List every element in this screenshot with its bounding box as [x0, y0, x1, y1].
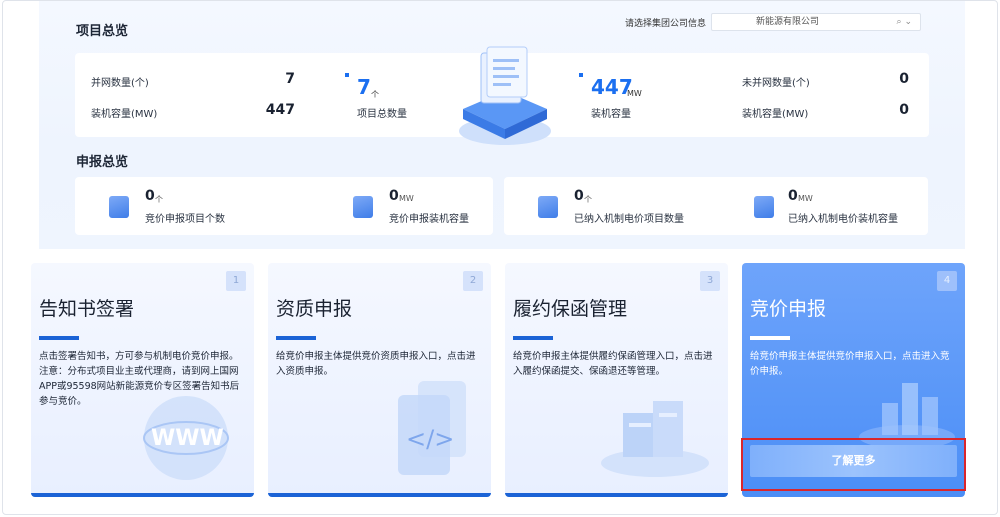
server-cube-illustration	[459, 46, 551, 145]
card-title: 资质申报	[276, 298, 353, 320]
overview-panel: 项目总览 请选择集团公司信息 新能源有限公司 ⌕ ⌄ 并网数量(个) 7 装机容…	[39, 1, 965, 249]
accent-tick	[345, 73, 349, 77]
document-edit-icon	[754, 196, 774, 218]
report-value: 0	[389, 188, 399, 204]
card-number: 4	[937, 271, 957, 291]
www-globe-icon: WWW	[143, 396, 229, 480]
building-icon	[109, 196, 129, 218]
report-label: 竞价申报项目个数	[145, 214, 225, 225]
report-overview-card-left: 0 个 竞价申报项目个数 0 MW 竞价申报装机容量	[75, 177, 493, 235]
svg-text:WWW: WWW	[151, 426, 224, 451]
card-bottom-accent	[31, 493, 254, 497]
grid-capacity-value: 447	[265, 102, 295, 118]
grid-capacity-label: 装机容量(MW)	[91, 109, 158, 120]
ungrid-capacity-label: 装机容量(MW)	[742, 109, 809, 120]
total-projects-label: 项目总数量	[357, 109, 407, 120]
project-overview-title: 项目总览	[76, 24, 129, 39]
chart-bars-icon	[859, 383, 955, 449]
page-frame: 项目总览 请选择集团公司信息 新能源有限公司 ⌕ ⌄ 并网数量(个) 7 装机容…	[2, 0, 998, 515]
report-overview-title: 申报总览	[76, 155, 129, 170]
company-select[interactable]: 新能源有限公司 ⌕ ⌄	[711, 13, 921, 31]
ungrid-count-label: 未并网数量(个)	[742, 78, 810, 89]
card-bottom-accent	[268, 493, 491, 497]
svg-text:</>: </>	[406, 425, 454, 453]
title-underline	[750, 336, 790, 340]
card-description: 给竞价申报主体提供履约保函管理入口，点击进入履约保函提交、保函退还等管理。	[513, 351, 713, 377]
code-document-icon: </>	[398, 381, 466, 475]
report-unit: MW	[798, 194, 813, 203]
total-capacity-unit: MW	[627, 89, 642, 98]
card-qualification[interactable]: 2 资质申报 给竞价申报主体提供竞价资质申报入口，点击进入资质申报。 </>	[268, 263, 491, 497]
total-capacity-label: 装机容量	[591, 109, 631, 120]
total-projects-unit: 个	[371, 90, 379, 99]
title-underline	[276, 336, 316, 340]
report-value: 0	[145, 188, 155, 204]
grid-count-value: 7	[285, 71, 295, 87]
report-unit: 个	[155, 195, 163, 204]
calculator-icon	[538, 196, 558, 218]
card-bidding[interactable]: 4 竞价申报 给竞价申报主体提供竞价申报入口，点击进入竞价申报。 了解更多	[742, 263, 965, 497]
card-guarantee[interactable]: 3 履约保函管理 给竞价申报主体提供履约保函管理入口，点击进入履约保函提交、保函…	[505, 263, 728, 497]
accent-tick	[579, 73, 583, 77]
report-unit: MW	[399, 194, 414, 203]
company-select-label: 请选择集团公司信息	[625, 19, 707, 29]
card-bottom-accent	[505, 493, 728, 497]
search-chevron-icon: ⌕ ⌄	[896, 17, 912, 27]
card-title: 履约保函管理	[513, 298, 628, 320]
card-number: 1	[226, 271, 246, 291]
report-value: 0	[788, 188, 798, 204]
title-underline	[513, 336, 553, 340]
title-underline	[39, 336, 79, 340]
ungrid-count-value: 0	[899, 71, 909, 87]
grid-count-label: 并网数量(个)	[91, 78, 149, 89]
card-number: 3	[700, 271, 720, 291]
report-overview-card-right: 0 个 已纳入机制电价项目数量 0 MW 已纳入机制电价装机容量	[504, 177, 928, 235]
report-label: 竞价申报装机容量	[389, 214, 469, 225]
card-number: 2	[463, 271, 483, 291]
report-label: 已纳入机制电价装机容量	[788, 214, 898, 225]
card-title: 竞价申报	[750, 298, 827, 320]
report-unit: 个	[584, 195, 592, 204]
document-check-icon	[353, 196, 373, 218]
report-value: 0	[574, 188, 584, 204]
report-label: 已纳入机制电价项目数量	[574, 214, 684, 225]
company-select-value: 新能源有限公司	[756, 17, 820, 27]
server-stack-icon	[601, 401, 709, 477]
card-title: 告知书签署	[39, 298, 135, 320]
learn-more-button[interactable]: 了解更多	[750, 445, 957, 477]
ungrid-capacity-value: 0	[899, 102, 909, 118]
total-projects-value: 7	[357, 75, 371, 99]
card-notice-signing[interactable]: 1 告知书签署 点击签署告知书，方可参与机制电价竞价申报。注意：分布式项目业主或…	[31, 263, 254, 497]
